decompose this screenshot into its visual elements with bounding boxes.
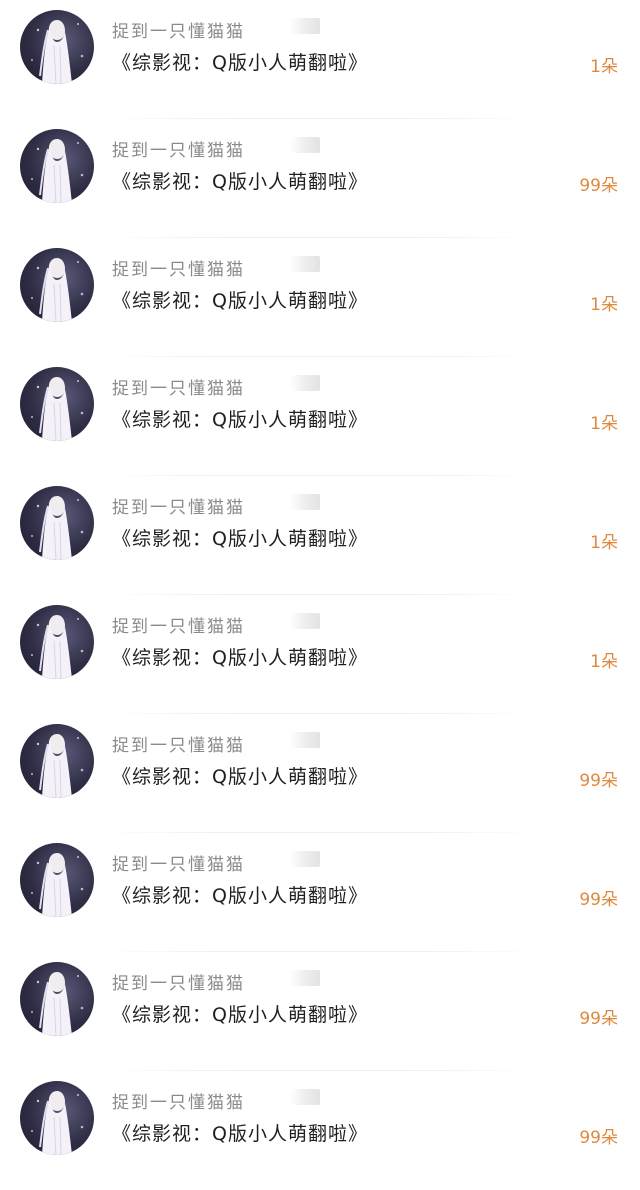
avatar[interactable] [20,724,94,798]
book-title: 《综影视：Q版小人萌翻啦》 [112,171,368,193]
username: 捉到一只懂猫猫 [112,974,245,994]
blurred-badge [290,1089,320,1105]
avatar[interactable] [20,962,94,1036]
avatar[interactable] [20,248,94,322]
list-item[interactable]: 捉到一只懂猫猫 《综影视：Q版小人萌翻啦》 99朵 [0,1071,640,1190]
username: 捉到一只懂猫猫 [112,855,245,875]
username: 捉到一只懂猫猫 [112,617,245,637]
book-title: 《综影视：Q版小人萌翻啦》 [112,766,368,788]
list-item[interactable]: 捉到一只懂猫猫 《综影视：Q版小人萌翻啦》 1朵 [0,476,640,595]
book-title: 《综影视：Q版小人萌翻啦》 [112,409,368,431]
gift-count: 1朵 [590,57,618,77]
gift-count: 99朵 [579,176,618,196]
gift-count: 99朵 [579,890,618,910]
username: 捉到一只懂猫猫 [112,260,245,280]
avatar[interactable] [20,486,94,560]
gift-count: 99朵 [579,1009,618,1029]
gift-record-list: 捉到一只懂猫猫 《综影视：Q版小人萌翻啦》 1朵 捉到一只懂猫猫 《综影视：Q版… [0,0,640,1173]
username: 捉到一只懂猫猫 [112,22,245,42]
blurred-badge [290,256,320,272]
book-title: 《综影视：Q版小人萌翻啦》 [112,290,368,312]
book-title: 《综影视：Q版小人萌翻啦》 [112,52,368,74]
list-item[interactable]: 捉到一只懂猫猫 《综影视：Q版小人萌翻啦》 99朵 [0,833,640,952]
list-item[interactable]: 捉到一只懂猫猫 《综影视：Q版小人萌翻啦》 1朵 [0,0,640,119]
blurred-badge [290,18,320,34]
username: 捉到一只懂猫猫 [112,498,245,518]
gift-count: 99朵 [579,771,618,791]
avatar[interactable] [20,367,94,441]
book-title: 《综影视：Q版小人萌翻啦》 [112,885,368,907]
username: 捉到一只懂猫猫 [112,736,245,756]
blurred-badge [290,494,320,510]
gift-count: 1朵 [590,414,618,434]
blurred-badge [290,375,320,391]
book-title: 《综影视：Q版小人萌翻啦》 [112,1004,368,1026]
book-title: 《综影视：Q版小人萌翻啦》 [112,1123,368,1145]
gift-count: 1朵 [590,652,618,672]
avatar[interactable] [20,10,94,84]
username: 捉到一只懂猫猫 [112,141,245,161]
avatar[interactable] [20,605,94,679]
avatar[interactable] [20,129,94,203]
gift-count: 1朵 [590,533,618,553]
book-title: 《综影视：Q版小人萌翻啦》 [112,647,368,669]
avatar[interactable] [20,1081,94,1155]
list-item[interactable]: 捉到一只懂猫猫 《综影视：Q版小人萌翻啦》 1朵 [0,238,640,357]
list-item[interactable]: 捉到一只懂猫猫 《综影视：Q版小人萌翻啦》 99朵 [0,119,640,238]
book-title: 《综影视：Q版小人萌翻啦》 [112,528,368,550]
avatar[interactable] [20,843,94,917]
gift-count: 1朵 [590,295,618,315]
username: 捉到一只懂猫猫 [112,1093,245,1113]
list-item[interactable]: 捉到一只懂猫猫 《综影视：Q版小人萌翻啦》 99朵 [0,952,640,1071]
username: 捉到一只懂猫猫 [112,379,245,399]
list-item[interactable]: 捉到一只懂猫猫 《综影视：Q版小人萌翻啦》 1朵 [0,357,640,476]
blurred-badge [290,613,320,629]
blurred-badge [290,970,320,986]
list-item[interactable]: 捉到一只懂猫猫 《综影视：Q版小人萌翻啦》 1朵 [0,595,640,714]
blurred-badge [290,732,320,748]
blurred-badge [290,137,320,153]
list-item[interactable]: 捉到一只懂猫猫 《综影视：Q版小人萌翻啦》 99朵 [0,714,640,833]
gift-count: 99朵 [579,1128,618,1148]
blurred-badge [290,851,320,867]
